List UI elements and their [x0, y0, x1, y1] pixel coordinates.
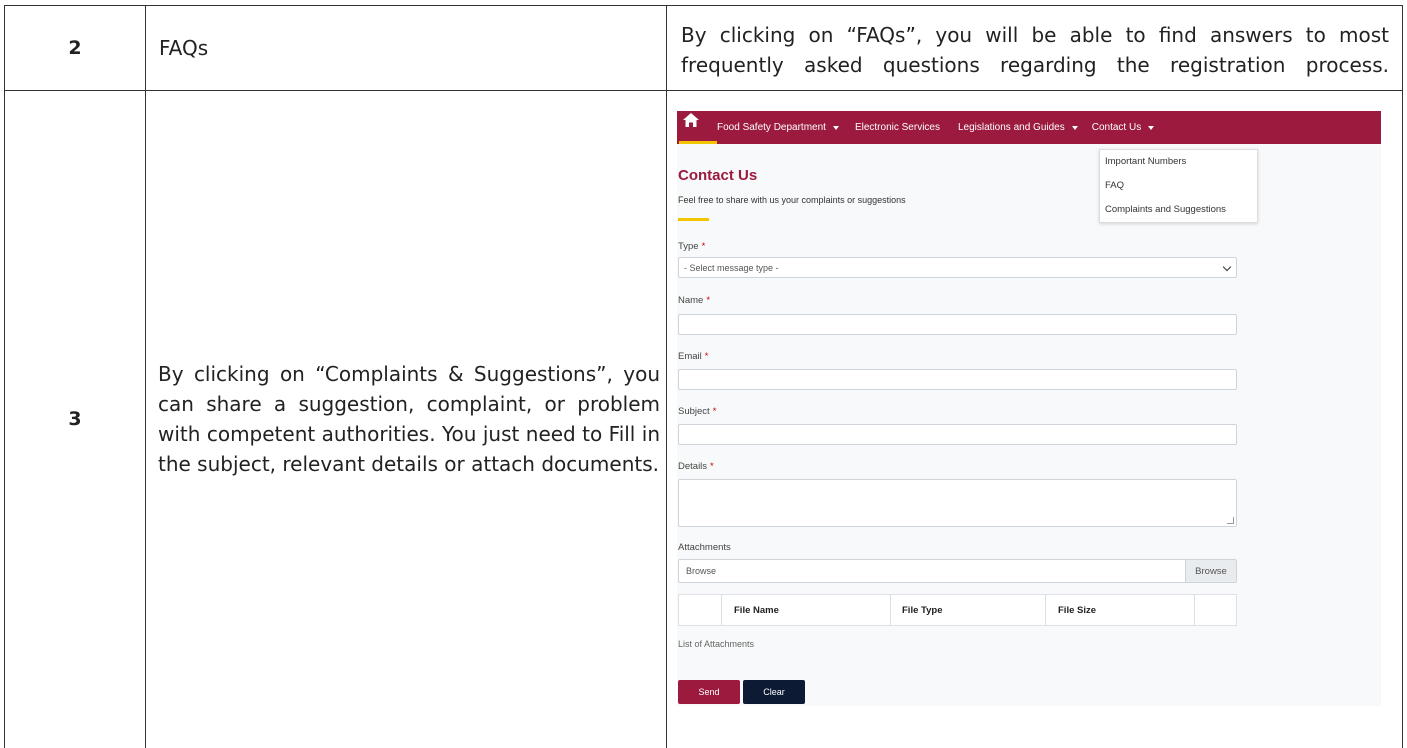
table-header-file-size: File Size	[1046, 595, 1195, 625]
attachments-label: Attachments	[678, 542, 731, 553]
resize-handle[interactable]	[1227, 517, 1234, 524]
subject-label: Subject *	[678, 406, 717, 417]
home-button[interactable]	[677, 111, 717, 144]
active-underline	[679, 141, 717, 144]
name-field[interactable]	[678, 314, 1237, 335]
clear-button[interactable]: Clear	[743, 680, 805, 704]
page-title: Contact Us	[678, 167, 758, 184]
nav-label: Food Safety Department	[717, 122, 826, 133]
caret-down-icon	[1071, 125, 1078, 130]
email-field[interactable]	[678, 369, 1237, 390]
attachments-list-label: List of Attachments	[678, 639, 755, 649]
details-label: Details *	[678, 461, 714, 472]
row-description: By clicking on “Complaints & Suggestions…	[145, 90, 667, 748]
nav-item-legislations[interactable]: Legislations and Guides	[958, 122, 1078, 133]
name-label: Name *	[678, 295, 711, 306]
top-navbar: Food Safety Department Electronic Servic…	[677, 111, 1381, 144]
screenshot-cell: Food Safety Department Electronic Servic…	[666, 90, 1403, 748]
row-number: 2	[4, 5, 146, 91]
file-browse-input[interactable]: Browse Browse	[678, 559, 1237, 583]
nav-item-food-safety[interactable]: Food Safety Department	[717, 122, 839, 133]
table-header-file-name: File Name	[722, 595, 891, 625]
table-header-file-type: File Type	[891, 595, 1046, 625]
nav-label: Electronic Services	[854, 122, 940, 133]
attachments-table: File Name File Type File Size	[678, 594, 1237, 626]
browse-button[interactable]: Browse	[1185, 560, 1236, 582]
row-description: By clicking on “FAQs”, you will be able …	[666, 5, 1403, 91]
type-label: Type *	[678, 241, 706, 252]
contact-us-dropdown: Important Numbers FAQ Complaints and Sug…	[1099, 149, 1258, 223]
row-title: FAQs	[145, 5, 667, 91]
details-textarea[interactable]	[678, 479, 1237, 527]
send-button[interactable]: Send	[678, 680, 740, 704]
nav-label: Contact Us	[1091, 122, 1142, 133]
nav-item-contact-us[interactable]: Contact Us	[1091, 122, 1155, 133]
contact-us-screenshot: Food Safety Department Electronic Servic…	[677, 111, 1381, 706]
subject-field[interactable]	[678, 424, 1237, 445]
type-select[interactable]: - Select message type -	[678, 257, 1237, 278]
document-table: 2 FAQs By clicking on “FAQs”, you will b…	[4, 5, 1403, 748]
caret-down-icon	[832, 125, 839, 130]
nav-label: Legislations and Guides	[957, 122, 1065, 133]
chevron-down-icon	[1222, 262, 1232, 272]
table-row: 3 By clicking on “Complaints & Suggestio…	[4, 90, 1403, 748]
email-label: Email *	[678, 351, 709, 362]
nav-item-electronic-services[interactable]: Electronic Services	[855, 122, 940, 133]
page-subtitle: Feel free to share with us your complain…	[678, 195, 906, 205]
table-header-actions	[1195, 595, 1236, 625]
title-accent-line	[678, 218, 709, 221]
table-header-blank	[679, 595, 722, 625]
table-row: 2 FAQs By clicking on “FAQs”, you will b…	[4, 5, 1403, 91]
home-icon	[683, 113, 699, 127]
dropdown-item-faq[interactable]: FAQ	[1100, 174, 1257, 198]
dropdown-item-important-numbers[interactable]: Important Numbers	[1100, 150, 1257, 174]
dropdown-item-complaints[interactable]: Complaints and Suggestions	[1100, 198, 1257, 222]
caret-down-icon	[1148, 125, 1155, 130]
row-number: 3	[4, 90, 146, 748]
